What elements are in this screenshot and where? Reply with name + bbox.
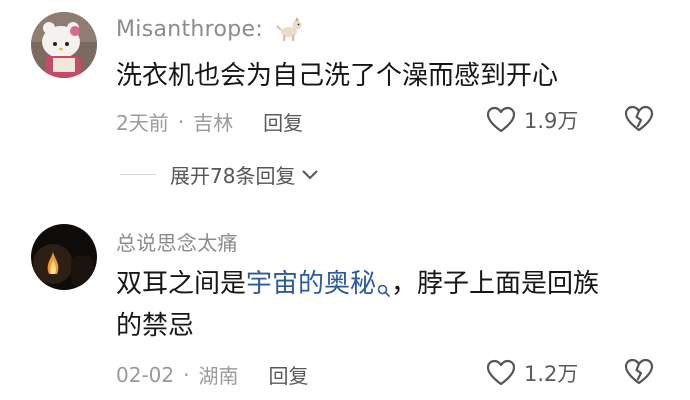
- comment-1: Misanthrope: 洗衣机也会为自己洗了个澡而感到开心 2天前 · 吉林 …: [0, 0, 690, 200]
- comment-location: 吉林: [193, 111, 234, 135]
- comment-text-line2: 的禁忌: [116, 311, 195, 341]
- expand-replies-button[interactable]: 展开78条回复: [120, 160, 319, 189]
- username-text[interactable]: Misanthrope:: [116, 17, 263, 42]
- dislike-button[interactable]: [624, 105, 654, 137]
- comment-time: 02-02: [116, 362, 175, 387]
- like-count: 1.2万: [524, 362, 579, 386]
- comment-text-part: 双耳之间是: [116, 269, 247, 299]
- broken-heart-icon: [624, 358, 654, 385]
- divider-line: [120, 174, 156, 175]
- comment-text-part: ，脖子上面是回族: [391, 269, 600, 299]
- reply-button[interactable]: 回复: [263, 107, 303, 136]
- like-button[interactable]: 1.9万: [486, 105, 578, 135]
- heart-icon: [486, 106, 516, 133]
- comment-2: 总说思念太痛 双耳之间是宇宙的奥秘 ，脖子上面是回族 的禁忌 02-02 · 湖南…: [0, 200, 690, 400]
- search-icon[interactable]: [377, 270, 391, 298]
- avatar[interactable]: [31, 12, 97, 78]
- comment-time: 2天前: [116, 111, 169, 135]
- comment-location: 湖南: [198, 364, 239, 388]
- expand-replies-label[interactable]: 展开78条回复: [170, 160, 295, 189]
- separator-dot: ·: [177, 109, 185, 134]
- broken-heart-icon: [624, 105, 654, 132]
- separator-dot: ·: [183, 362, 190, 387]
- username[interactable]: 总说思念太痛: [116, 227, 238, 256]
- username[interactable]: Misanthrope:: [116, 14, 305, 44]
- reply-button[interactable]: 回复: [268, 360, 308, 389]
- comment-meta: 2天前 · 吉林 回复: [116, 107, 303, 136]
- like-count: 1.9万: [524, 109, 579, 133]
- comment-text: 洗衣机也会为自己洗了个澡而感到开心: [116, 61, 559, 91]
- heart-icon: [486, 359, 516, 386]
- comment-meta: 02-02 · 湖南 回复: [116, 360, 308, 389]
- search-link[interactable]: 宇宙的奥秘: [246, 269, 376, 299]
- comment-text: 双耳之间是宇宙的奥秘 ，脖子上面是回族: [116, 264, 599, 304]
- dislike-button[interactable]: [624, 358, 654, 390]
- like-button[interactable]: 1.2万: [486, 358, 578, 388]
- dog-emoji-icon: [275, 14, 305, 44]
- username-text[interactable]: 总说思念太痛: [116, 227, 238, 256]
- chevron-down-icon: [302, 169, 319, 179]
- avatar[interactable]: [31, 224, 97, 290]
